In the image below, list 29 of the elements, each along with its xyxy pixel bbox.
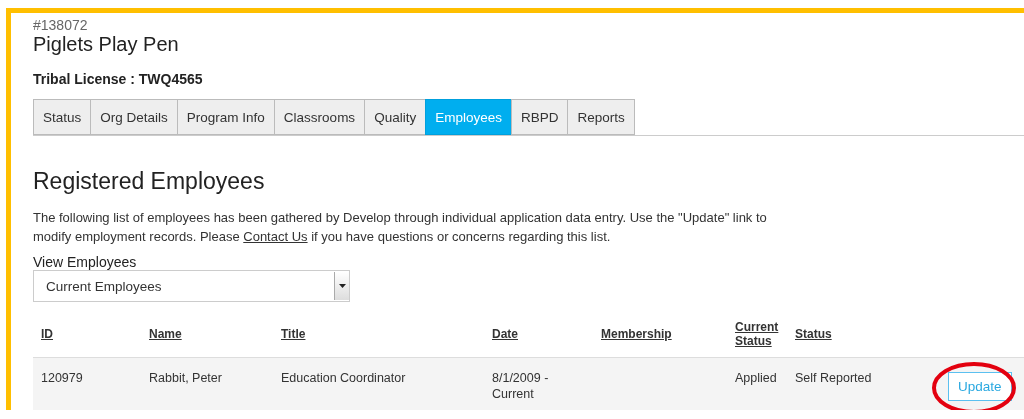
tab[interactable]: Quality bbox=[364, 99, 426, 135]
license-label: Tribal License : TWQ4565 bbox=[33, 71, 204, 87]
intro-paragraph: The following list of employees has been gathered by Develop through individual application data entry. Use the "Update" link to modify employment records. Please Contact Us if you have questions or concerns regarding this list. bbox=[33, 209, 768, 246]
column-header-link[interactable]: ID bbox=[41, 327, 53, 341]
tab[interactable]: Program Info bbox=[176, 99, 274, 135]
organization-name: Piglets Play Pen bbox=[33, 33, 180, 56]
table-cell-text: 8/1/2009 - Current bbox=[492, 370, 550, 402]
column-header-link[interactable]: Membership bbox=[601, 327, 672, 341]
employees-dropdown[interactable]: Current Employees bbox=[33, 270, 350, 302]
column-header-link[interactable]: Name bbox=[149, 327, 182, 341]
column-header-link[interactable]: Title bbox=[281, 327, 306, 341]
column-header-link[interactable]: Status bbox=[795, 327, 832, 341]
table-cell: Applied bbox=[735, 370, 777, 386]
table-cell: Rabbit, Peter bbox=[149, 370, 222, 386]
filter-label: View Employees bbox=[33, 254, 138, 270]
column-header-link[interactable]: Current Status bbox=[735, 320, 787, 348]
organization-number: #138072 bbox=[33, 17, 89, 33]
tab[interactable]: Org Details bbox=[90, 99, 177, 135]
column-header-link[interactable]: Date bbox=[492, 327, 518, 341]
table-cell: Education Coordinator bbox=[281, 370, 406, 386]
tab[interactable]: Classrooms bbox=[273, 99, 365, 135]
tab[interactable]: Status bbox=[33, 99, 91, 135]
dropdown-caret-icon[interactable] bbox=[334, 272, 349, 300]
contact-link[interactable]: Contact Us bbox=[243, 229, 308, 244]
table-cell: Self Reported bbox=[795, 370, 872, 386]
tab[interactable]: RBPD bbox=[510, 99, 568, 135]
section-heading: Registered Employees bbox=[33, 168, 266, 195]
tab[interactable]: Reports bbox=[567, 99, 635, 135]
table-cell: 120979 bbox=[41, 370, 83, 386]
